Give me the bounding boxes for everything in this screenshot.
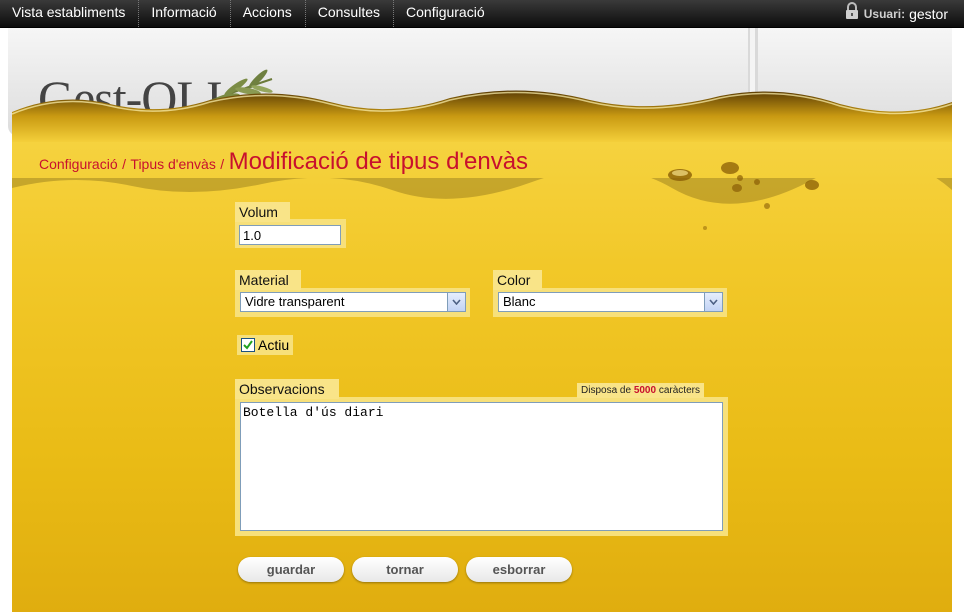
material-select[interactable]: Vidre transparent (240, 292, 466, 312)
volum-input[interactable] (239, 225, 341, 245)
checkmark-icon (243, 340, 253, 350)
chars-remaining-info: Disposa de 5000 caràcters (577, 383, 704, 398)
chevron-down-icon[interactable] (448, 292, 466, 312)
user-label: Usuari: (863, 6, 906, 21)
color-label: Color (493, 270, 543, 290)
actiu-field: Actiu (237, 335, 294, 355)
main-menu: Vista establiments Informació Accions Co… (0, 0, 498, 27)
breadcrumb-separator: / (220, 156, 225, 172)
save-button[interactable]: guardar (238, 557, 344, 582)
chars-prefix: Disposa de (581, 385, 632, 396)
top-navigation-bar: Vista establiments Informació Accions Co… (0, 0, 964, 28)
oil-bubbles-decoration (668, 162, 819, 230)
chars-count: 5000 (633, 385, 657, 396)
menu-item-informacio[interactable]: Informació (139, 0, 231, 27)
page-title: Modificació de tipus d'envàs (228, 148, 529, 175)
lock-icon (845, 2, 859, 25)
volum-label: Volum (235, 202, 290, 222)
color-select[interactable]: Blanc (498, 292, 723, 312)
breadcrumb: Configuració / Tipus d'envàs / Modificac… (39, 148, 528, 176)
material-label: Material (235, 270, 301, 290)
color-selected-value: Blanc (498, 292, 705, 312)
actiu-label: Actiu (258, 337, 290, 353)
menu-item-vista-establiments[interactable]: Vista establiments (0, 0, 140, 27)
chars-suffix: caràcters (658, 385, 700, 396)
oil-wave-top (11, 90, 953, 142)
user-info: Usuari: gestor (845, 0, 948, 27)
menu-item-configuracio[interactable]: Configuració (394, 0, 498, 27)
back-button[interactable]: tornar (352, 557, 458, 582)
breadcrumb-separator: / (122, 156, 126, 172)
observacions-textarea[interactable]: Botella d'ús diari (240, 402, 723, 531)
menu-item-accions[interactable]: Accions (231, 0, 306, 27)
menu-item-consultes[interactable]: Consultes (306, 0, 395, 27)
user-name: gestor (909, 5, 948, 22)
observacions-label: Observacions (235, 379, 339, 399)
actiu-checkbox[interactable] (241, 338, 255, 352)
breadcrumb-configuracio[interactable]: Configuració (39, 156, 118, 172)
breadcrumb-tipus-envas[interactable]: Tipus d'envàs (130, 156, 215, 172)
delete-button[interactable]: esborrar (466, 557, 572, 582)
material-selected-value: Vidre transparent (240, 292, 448, 312)
chevron-down-icon[interactable] (705, 292, 723, 312)
